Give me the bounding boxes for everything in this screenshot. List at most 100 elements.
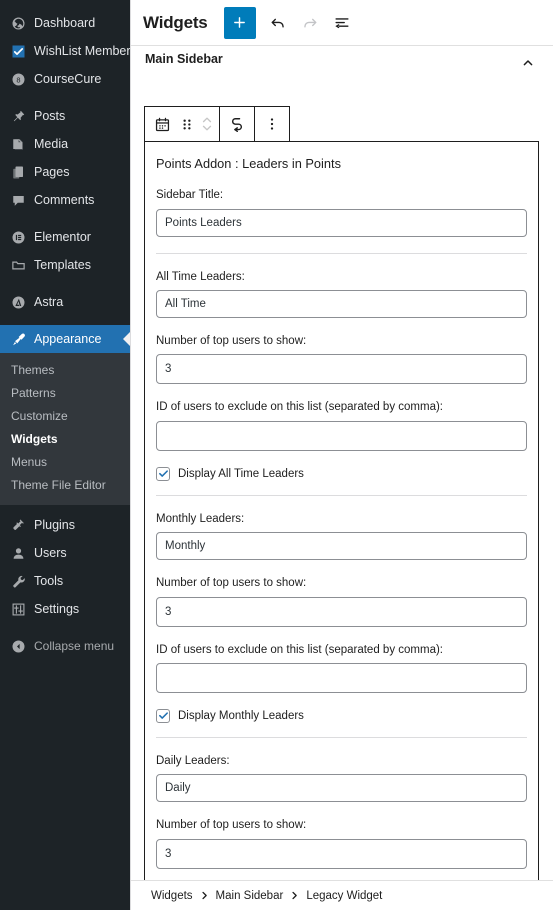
sidebar-item-appearance[interactable]: Appearance [0, 325, 130, 353]
sidebar-item-label: Posts [34, 108, 66, 123]
legacy-widget-calendar-icon[interactable] [147, 107, 177, 141]
widget-area-collapse-button[interactable] [517, 52, 539, 74]
sidebar-item-templates[interactable]: Templates [0, 251, 130, 279]
sidebar-subitem-menus[interactable]: Menus [0, 451, 130, 474]
admin-sidebar: Dashboard WishList Member 8 CourseCure P… [0, 0, 130, 910]
sidebar-item-tools[interactable]: Tools [0, 567, 130, 595]
sidebar-subitem-themes[interactable]: Themes [0, 359, 130, 382]
section-all-time: All Time Leaders: Number of top users to… [156, 270, 527, 481]
plugins-icon [7, 518, 29, 533]
chevron-right-icon [200, 891, 209, 900]
sidebar-item-comments[interactable]: Comments [0, 186, 130, 214]
sidebar-title-label: Sidebar Title: [156, 189, 224, 202]
sidebar-divider [0, 214, 130, 223]
sidebar-item-settings[interactable]: Settings [0, 595, 130, 623]
sidebar-divider [0, 316, 130, 325]
sidebar-subitem-theme-file-editor[interactable]: Theme File Editor [0, 474, 130, 497]
sidebar-collapse-menu[interactable]: Collapse menu [0, 632, 130, 660]
comments-icon [7, 193, 29, 208]
sidebar-divider [0, 623, 130, 632]
checkbox-checked-icon[interactable] [156, 466, 170, 481]
elementor-icon [7, 230, 29, 245]
sidebar-item-posts[interactable]: Posts [0, 102, 130, 130]
sidebar-group-5: Plugins Users Tools Settings [0, 505, 130, 623]
sidebar-item-label: Settings [34, 601, 80, 616]
redo-button[interactable] [294, 7, 326, 39]
list-view-button[interactable] [326, 7, 358, 39]
legacy-widget-block[interactable]: Points Addon : Leaders in Points Sidebar… [144, 141, 539, 880]
sidebar-item-users[interactable]: Users [0, 539, 130, 567]
breadcrumb: Widgets Main Sidebar Legacy Widget [131, 880, 553, 910]
sidebar-item-label: Pages [34, 164, 70, 179]
sidebar-subitem-customize[interactable]: Customize [0, 405, 130, 428]
monthly-exclude-input[interactable] [156, 662, 527, 693]
block-toolbar [144, 106, 290, 142]
all-time-count-input[interactable] [156, 354, 527, 385]
undo-button[interactable] [262, 7, 294, 39]
all-time-display-checkbox-row[interactable]: Display All Time Leaders [156, 466, 527, 481]
section-divider [156, 252, 527, 254]
monthly-display-label: Display Monthly Leaders [178, 709, 304, 722]
section-daily: Daily Leaders: Number of top users to sh… [156, 754, 527, 880]
move-updown-chevrons-icon[interactable] [197, 107, 217, 141]
sidebar-divider [0, 93, 130, 102]
sidebar-item-wishlist-member[interactable]: WishList Member [0, 37, 130, 65]
sidebar-group-2: Posts Media Pages Comments [0, 102, 130, 214]
widget-area-header: Main Sidebar [143, 52, 543, 74]
sidebar-item-elementor[interactable]: Elementor [0, 223, 130, 251]
chevron-right-icon [290, 891, 299, 900]
breadcrumb-item-main-sidebar[interactable]: Main Sidebar [216, 890, 284, 902]
all-time-display-label: Display All Time Leaders [178, 467, 304, 480]
breadcrumb-item-widgets[interactable]: Widgets [151, 890, 193, 902]
settings-sliders-icon [7, 602, 29, 617]
dashboard-icon [7, 16, 29, 31]
sidebar-item-plugins[interactable]: Plugins [0, 511, 130, 539]
block-toolbar-group-block [145, 107, 220, 141]
monthly-count-input[interactable] [156, 596, 527, 627]
sidebar-divider [0, 279, 130, 288]
monthly-count-label: Number of top users to show: [156, 577, 307, 590]
sidebar-item-pages[interactable]: Pages [0, 158, 130, 186]
page-title: Widgets [143, 12, 208, 32]
section-divider [156, 736, 527, 738]
sidebar-group-3: Elementor Templates [0, 223, 130, 279]
svg-text:8: 8 [16, 75, 20, 84]
sidebar-item-dashboard[interactable]: Dashboard [0, 9, 130, 37]
sidebar-subitem-widgets[interactable]: Widgets [0, 428, 130, 451]
daily-count-label: Number of top users to show: [156, 819, 307, 832]
all-time-title-input[interactable] [156, 290, 527, 319]
sidebar-item-label: Users [34, 545, 67, 560]
appearance-submenu: Themes Patterns Customize Widgets Menus … [0, 353, 130, 505]
add-block-button[interactable] [223, 6, 256, 39]
pin-icon [7, 109, 29, 124]
folder-icon [7, 258, 29, 273]
monthly-display-checkbox-row[interactable]: Display Monthly Leaders [156, 708, 527, 723]
sidebar-group-1: Dashboard WishList Member 8 CourseCure [0, 9, 130, 93]
all-time-title-label: All Time Leaders: [156, 270, 245, 283]
sidebar-item-label: Dashboard [34, 15, 96, 30]
transform-block-icon[interactable] [222, 107, 252, 141]
more-options-icon[interactable] [257, 107, 287, 141]
all-time-exclude-input[interactable] [156, 420, 527, 451]
sidebar-item-astra[interactable]: Astra [0, 288, 130, 316]
media-icon [7, 137, 29, 152]
tools-wrench-icon [7, 574, 29, 589]
all-time-count-label: Number of top users to show: [156, 335, 307, 348]
block-toolbar-group-transform [220, 107, 255, 141]
daily-title-input[interactable] [156, 774, 527, 803]
block-toolbar-group-options [255, 107, 289, 141]
sidebar-item-media[interactable]: Media [0, 130, 130, 158]
sidebar-item-label: WishList Member [34, 43, 130, 58]
monthly-title-input[interactable] [156, 532, 527, 561]
sidebar-subitem-patterns[interactable]: Patterns [0, 382, 130, 405]
sidebar-top-spacer [0, 0, 130, 9]
sidebar-item-coursecure[interactable]: 8 CourseCure [0, 65, 130, 93]
sidebar-group-4: Astra [0, 288, 130, 316]
all-time-exclude-label: ID of users to exclude on this list (sep… [156, 401, 443, 414]
daily-count-input[interactable] [156, 838, 527, 869]
sidebar-title-input[interactable] [156, 208, 527, 237]
users-icon [7, 546, 29, 561]
checkbox-checked-icon[interactable] [156, 708, 170, 723]
breadcrumb-item-legacy-widget[interactable]: Legacy Widget [306, 890, 382, 902]
drag-handle-icon[interactable] [177, 107, 197, 141]
